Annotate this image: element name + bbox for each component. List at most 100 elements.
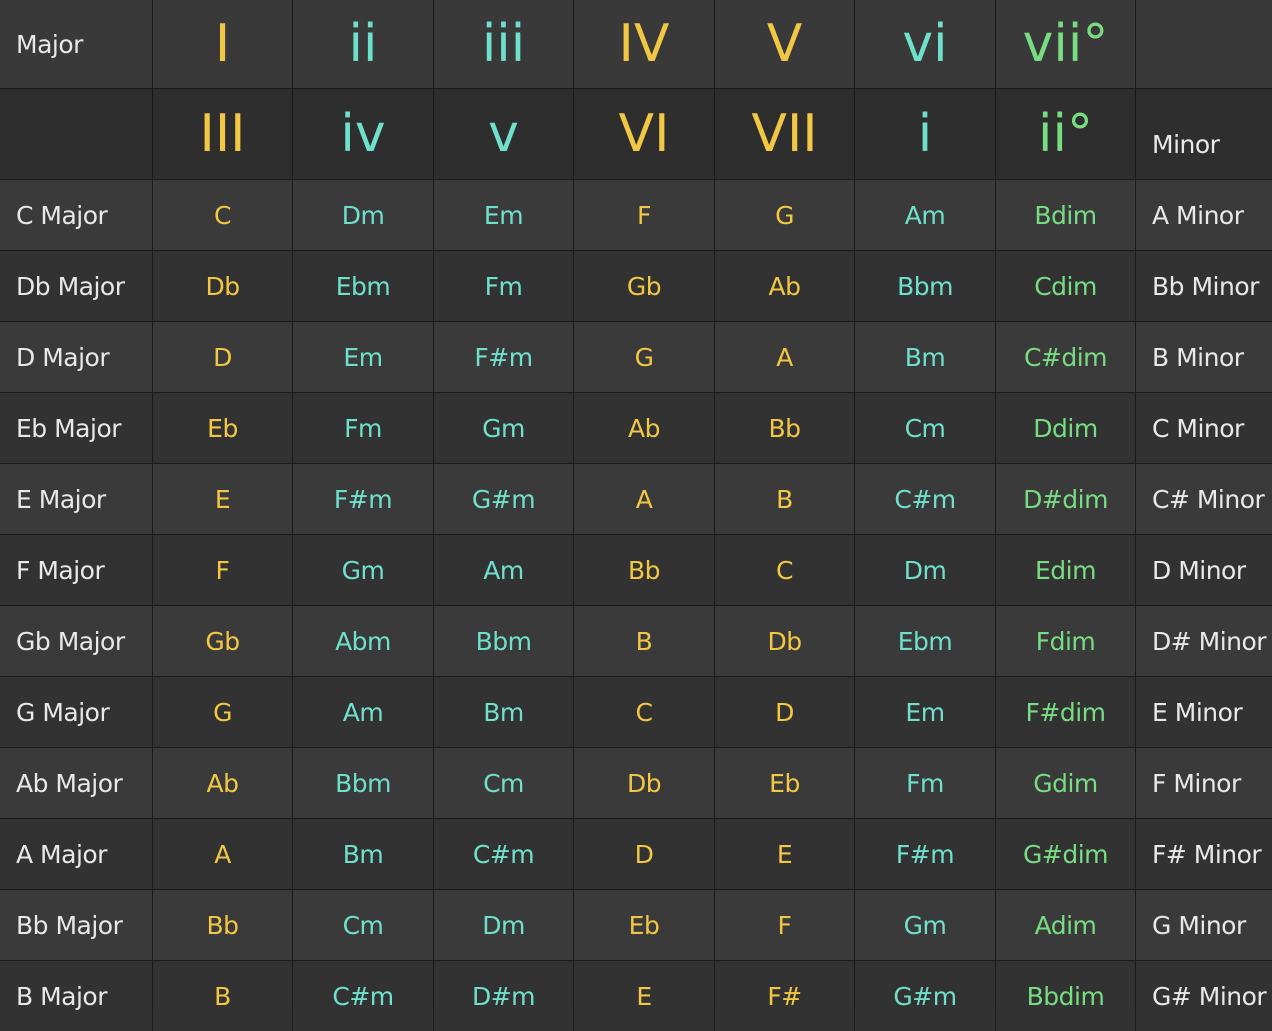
- chord-cell: Fm: [855, 748, 995, 818]
- chord-cell: Bm: [293, 819, 433, 889]
- chord-cell: D#dim: [996, 464, 1135, 534]
- chord-cell: Eb: [715, 748, 854, 818]
- minor-numeral: v: [434, 89, 573, 179]
- chord-cell: Gm: [855, 890, 995, 960]
- minor-key-label: C# Minor: [1136, 464, 1272, 534]
- chord-cell: F#m: [434, 322, 573, 392]
- chord-cell: Bm: [434, 677, 573, 747]
- chord-cell: Cm: [434, 748, 573, 818]
- major-key-label: Bb Major: [0, 890, 152, 960]
- major-key-label: B Major: [0, 961, 152, 1031]
- chord-cell: G: [574, 322, 714, 392]
- major-key-label: Eb Major: [0, 393, 152, 463]
- chord-cell: Gm: [293, 535, 433, 605]
- minor-key-label: D Minor: [1136, 535, 1272, 605]
- minor-key-label: Bb Minor: [1136, 251, 1272, 321]
- major-key-label: C Major: [0, 180, 152, 250]
- minor-numeral: III: [153, 89, 292, 179]
- chord-cell: Em: [855, 677, 995, 747]
- chord-table: Major Iii iii IV Vvi vii° III iv v VI VII i ii° Minor…: [0, 0, 1272, 1031]
- chord-cell: A: [153, 819, 292, 889]
- chord-cell: G#m: [855, 961, 995, 1031]
- chord-cell: G#dim: [996, 819, 1135, 889]
- chord-cell: B: [715, 464, 854, 534]
- chord-cell: Adim: [996, 890, 1135, 960]
- chord-cell: D: [153, 322, 292, 392]
- chord-cell: Ab: [574, 393, 714, 463]
- chord-cell: C: [715, 535, 854, 605]
- chord-cell: Gdim: [996, 748, 1135, 818]
- major-key-label: E Major: [0, 464, 152, 534]
- header-empty-cell: [1136, 0, 1272, 88]
- chord-cell: E: [715, 819, 854, 889]
- minor-key-label: A Minor: [1136, 180, 1272, 250]
- chord-cell: D: [715, 677, 854, 747]
- chord-cell: Ebm: [293, 251, 433, 321]
- chord-cell: Db: [715, 606, 854, 676]
- chord-cell: Gb: [153, 606, 292, 676]
- chord-cell: Bdim: [996, 180, 1135, 250]
- chord-cell: Bb: [574, 535, 714, 605]
- chord-cell: Ab: [153, 748, 292, 818]
- chord-cell: Bm: [855, 322, 995, 392]
- major-numeral: V: [715, 0, 854, 88]
- chord-cell: C#m: [434, 819, 573, 889]
- minor-key-label: F# Minor: [1136, 819, 1272, 889]
- chord-cell: Eb: [574, 890, 714, 960]
- chord-cell: Gm: [434, 393, 573, 463]
- chord-cell: Bbdim: [996, 961, 1135, 1031]
- chord-cell: Fm: [434, 251, 573, 321]
- chord-cell: Cm: [293, 890, 433, 960]
- chord-cell: G#m: [434, 464, 573, 534]
- header-empty-cell: [0, 89, 152, 179]
- chord-cell: B: [574, 606, 714, 676]
- chord-cell: F: [153, 535, 292, 605]
- minor-header-label: Minor: [1136, 89, 1272, 179]
- chord-cell: Am: [293, 677, 433, 747]
- chord-cell: Gb: [574, 251, 714, 321]
- chord-cell: F: [715, 890, 854, 960]
- chord-cell: Bb: [715, 393, 854, 463]
- minor-numeral: VI: [574, 89, 714, 179]
- minor-numeral: ii°: [996, 89, 1135, 179]
- major-header-label: Major: [0, 0, 152, 88]
- chord-cell: Abm: [293, 606, 433, 676]
- major-numeral: IV: [574, 0, 714, 88]
- chord-cell: F#m: [293, 464, 433, 534]
- major-key-label: Db Major: [0, 251, 152, 321]
- chord-cell: Dm: [293, 180, 433, 250]
- chord-cell: C: [153, 180, 292, 250]
- minor-numeral: i: [855, 89, 995, 179]
- minor-key-label: B Minor: [1136, 322, 1272, 392]
- major-numeral: vii°: [996, 0, 1135, 88]
- chord-cell: A: [715, 322, 854, 392]
- chord-cell: E: [574, 961, 714, 1031]
- chord-cell: Em: [293, 322, 433, 392]
- major-numeral: I: [153, 0, 292, 88]
- chord-cell: Bbm: [855, 251, 995, 321]
- chord-cell: Db: [153, 251, 292, 321]
- chord-cell: Eb: [153, 393, 292, 463]
- chord-cell: Dm: [434, 890, 573, 960]
- chord-cell: E: [153, 464, 292, 534]
- chord-cell: Bbm: [293, 748, 433, 818]
- chord-cell: Am: [434, 535, 573, 605]
- chord-cell: F: [574, 180, 714, 250]
- major-key-label: G Major: [0, 677, 152, 747]
- chord-cell: Dm: [855, 535, 995, 605]
- major-key-label: D Major: [0, 322, 152, 392]
- chord-cell: Bbm: [434, 606, 573, 676]
- chord-cell: Ddim: [996, 393, 1135, 463]
- chord-cell: Db: [574, 748, 714, 818]
- chord-cell: Ab: [715, 251, 854, 321]
- chord-cell: Fdim: [996, 606, 1135, 676]
- chord-cell: B: [153, 961, 292, 1031]
- chord-cell: Fm: [293, 393, 433, 463]
- chord-cell: D#m: [434, 961, 573, 1031]
- chord-cell: D: [574, 819, 714, 889]
- chord-cell: Ebm: [855, 606, 995, 676]
- major-key-label: Ab Major: [0, 748, 152, 818]
- major-numeral: ii: [293, 0, 433, 88]
- chord-cell: C#dim: [996, 322, 1135, 392]
- chord-cell: C#m: [855, 464, 995, 534]
